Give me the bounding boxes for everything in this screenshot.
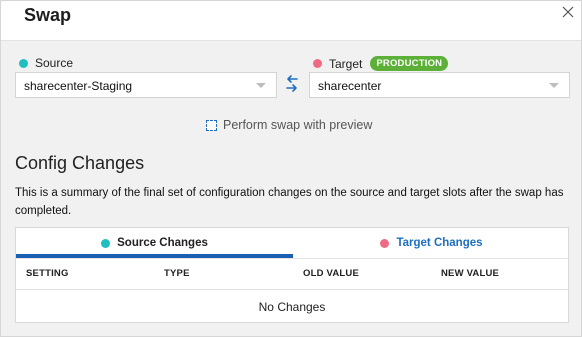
config-changes-panel: Source Changes Target Changes SETTING TY… (15, 227, 569, 323)
source-slot-select[interactable]: sharecenter-Staging (15, 72, 277, 98)
target-label: Target (329, 56, 363, 71)
source-dot-icon (19, 58, 28, 68)
swap-preview-label: Perform swap with preview (223, 118, 373, 132)
header-divider (16, 289, 568, 290)
config-changes-title: Config Changes (15, 153, 145, 173)
chevron-down-icon (256, 83, 266, 88)
column-header-type[interactable]: TYPE (164, 268, 190, 279)
column-header-new-value[interactable]: NEW VALUE (441, 268, 499, 279)
tab-source-changes-label: Source Changes (117, 237, 208, 249)
source-slot-value: sharecenter-Staging (24, 79, 133, 93)
source-label-row: Source (19, 56, 73, 70)
tab-target-changes-label: Target Changes (396, 237, 483, 249)
target-slot-select[interactable]: sharecenter (309, 72, 570, 98)
empty-state-text: No Changes (258, 300, 326, 314)
column-header-setting[interactable]: SETTING (26, 268, 69, 279)
target-dot-icon (313, 59, 322, 68)
source-label: Source (35, 56, 74, 70)
column-header-old-value[interactable]: OLD VALUE (303, 268, 359, 279)
dialog-header: Swap (1, 1, 581, 41)
swap-dialog: Swap Source sharecenter-Staging Target P… (0, 0, 582, 337)
swap-arrows-icon[interactable] (285, 74, 299, 94)
chevron-down-icon (549, 83, 559, 88)
tab-target-changes[interactable]: Target Changes (293, 228, 570, 258)
target-dot-icon (380, 238, 390, 248)
swap-preview-option[interactable]: Perform swap with preview (206, 118, 372, 132)
target-slot-value: sharecenter (318, 79, 382, 93)
source-dot-icon (101, 238, 111, 248)
tab-divider (16, 258, 568, 259)
swap-preview-checkbox[interactable] (206, 119, 217, 131)
close-icon[interactable] (561, 5, 575, 19)
config-summary: This is a summary of the final set of co… (15, 187, 564, 217)
production-badge: PRODUCTION (370, 56, 449, 71)
dialog-title: Swap (24, 5, 72, 25)
target-label-row: Target PRODUCTION (313, 56, 449, 71)
